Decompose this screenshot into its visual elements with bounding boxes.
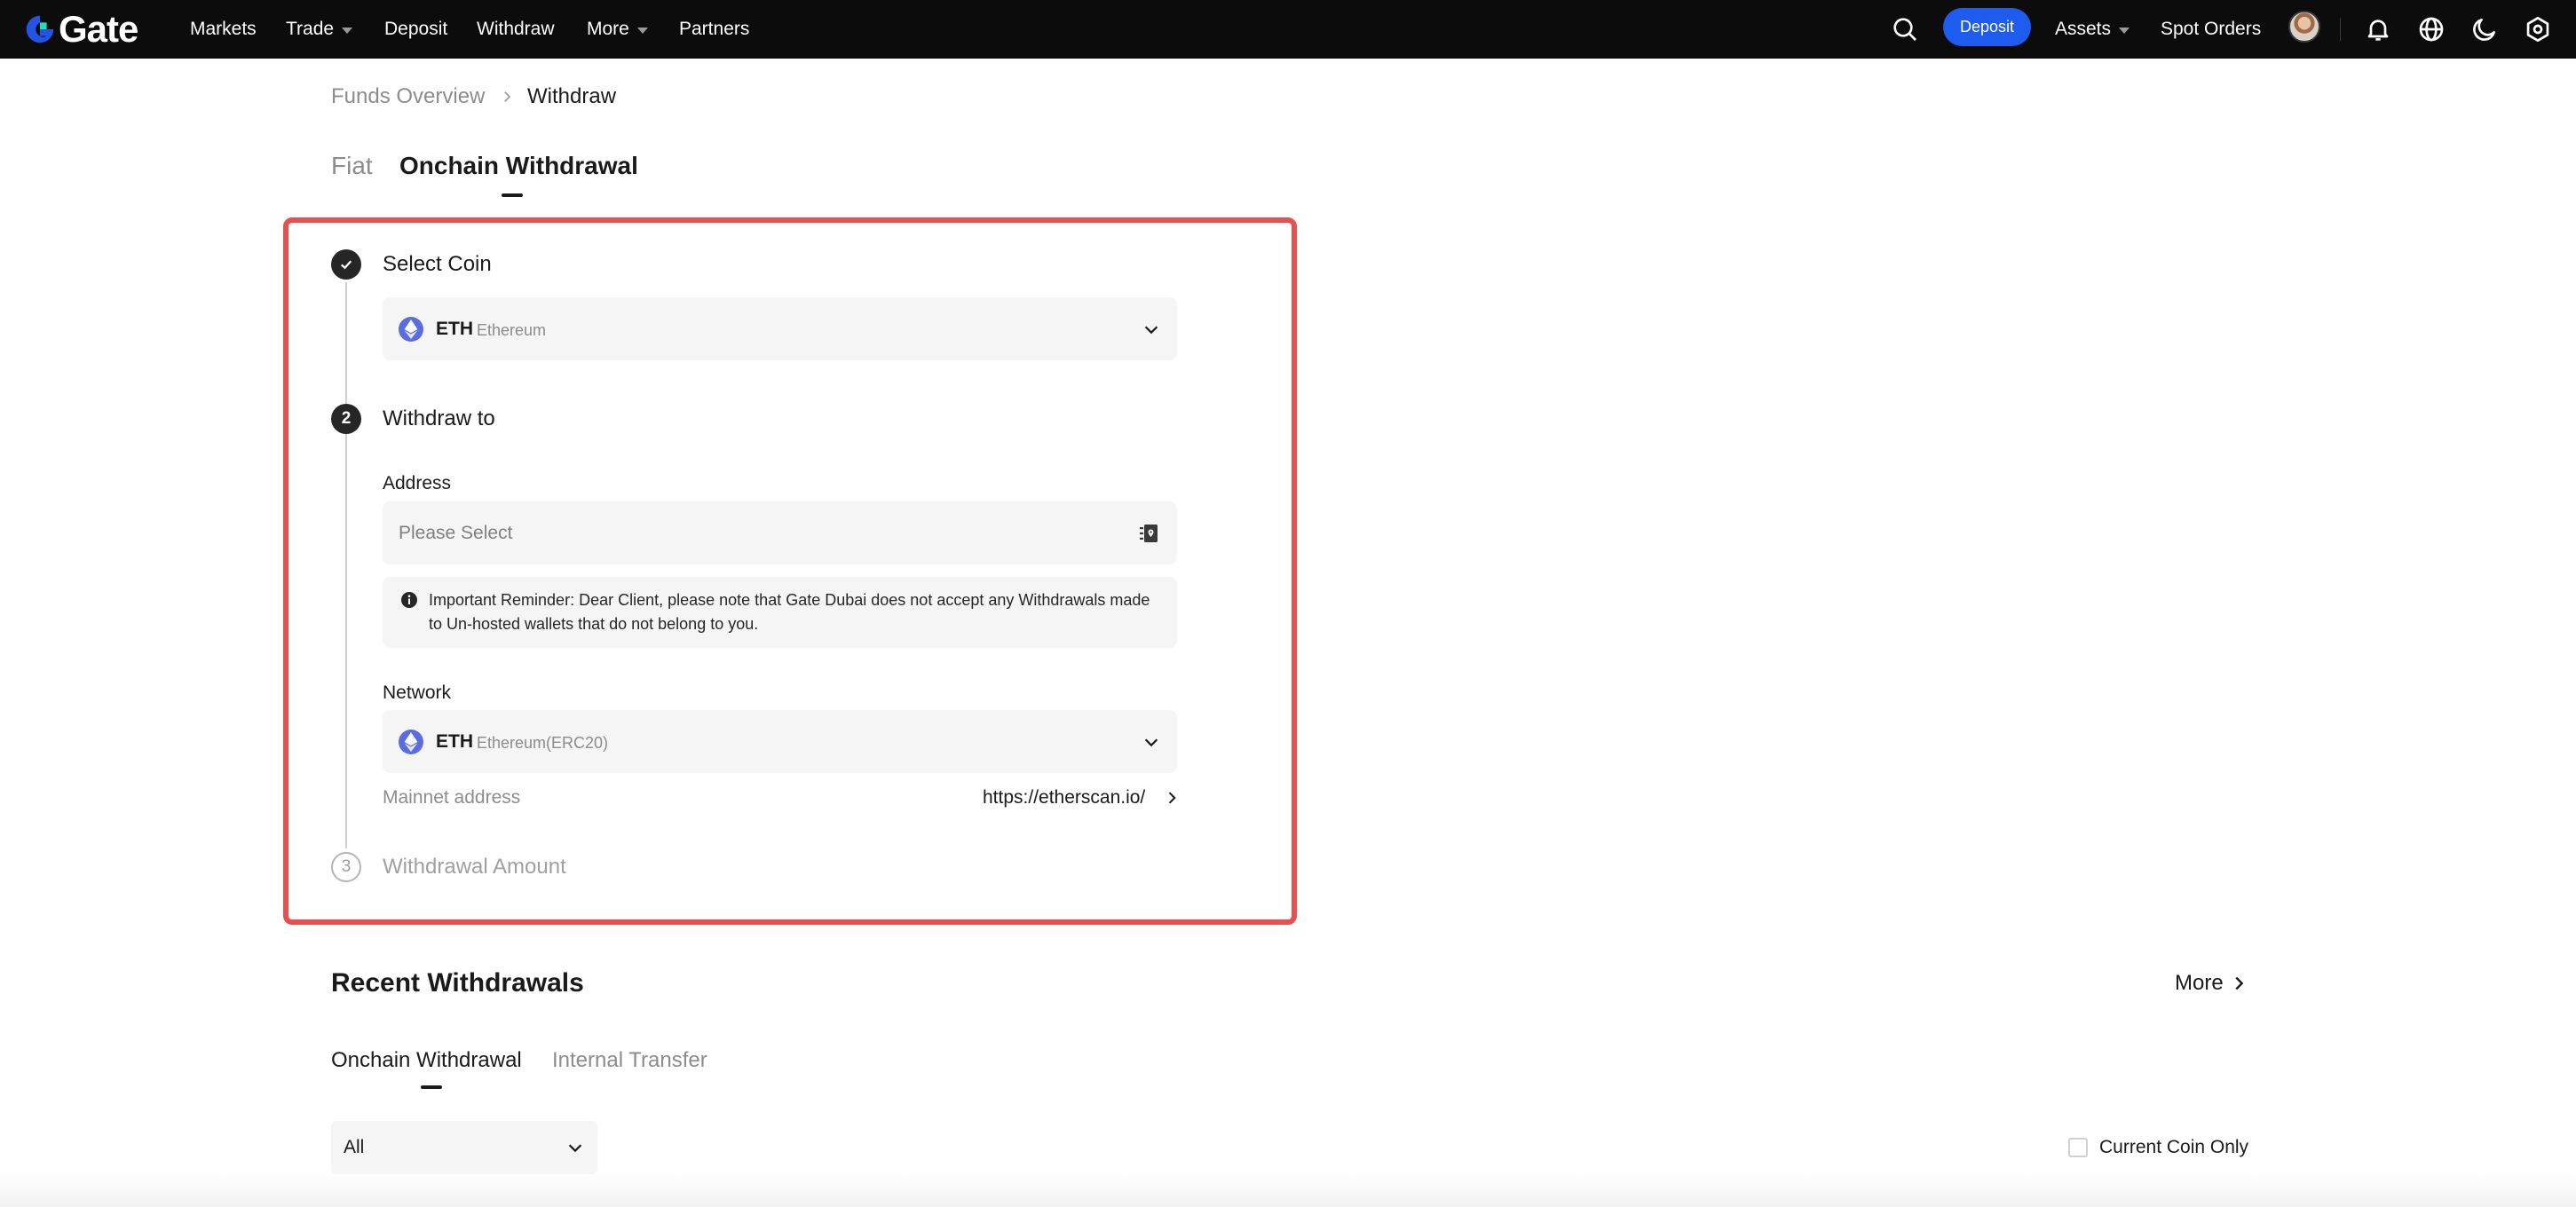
search-icon[interactable] [1887, 12, 1923, 47]
tab-onchain-withdrawal[interactable]: Onchain Withdrawal [399, 151, 638, 181]
globe-icon[interactable] [2414, 12, 2449, 47]
current-coin-only-checkbox[interactable] [2068, 1138, 2088, 1157]
recent-withdrawals-title: Recent Withdrawals [331, 968, 584, 998]
mainnet-explorer-link[interactable]: https://etherscan.io/ [983, 786, 1145, 809]
nav-divider [2340, 18, 2341, 41]
user-avatar[interactable] [2288, 11, 2320, 43]
selected-coin-symbol: ETH [436, 319, 473, 339]
selected-network-name: Ethereum(ERC20) [477, 734, 609, 752]
step-1-complete-icon [331, 249, 361, 280]
more-label: More [2175, 971, 2224, 995]
bell-icon[interactable] [2360, 12, 2396, 47]
step-3-title: Withdrawal Amount [383, 855, 566, 879]
nav-trade[interactable]: Trade [286, 17, 353, 42]
top-navigation-bar: Gate Markets Trade Deposit Withdraw More… [0, 0, 2576, 59]
breadcrumb-withdraw: Withdraw [527, 84, 617, 108]
caret-down-icon [2119, 27, 2130, 34]
chevron-down-icon [1144, 738, 1158, 747]
chevron-right-icon[interactable] [1163, 789, 1181, 807]
tab-recent-internal-transfer[interactable]: Internal Transfer [552, 1047, 707, 1074]
ethereum-icon [399, 730, 423, 754]
tab-fiat[interactable]: Fiat [331, 151, 373, 181]
address-placeholder: Please Select [399, 523, 513, 543]
step-3-number: 3 [331, 852, 361, 882]
breadcrumb-funds-overview[interactable]: Funds Overview [331, 84, 485, 109]
current-coin-only-label[interactable]: Current Coin Only [2099, 1136, 2248, 1159]
selected-coin-name: Ethereum [477, 321, 547, 339]
address-book-icon[interactable] [1138, 523, 1159, 544]
nav-more-label: More [587, 19, 629, 39]
active-tab-indicator [502, 193, 523, 197]
more-link[interactable]: More [2175, 970, 2248, 997]
coin-select[interactable]: ETH Ethereum [383, 297, 1177, 360]
gate-logo-icon [26, 15, 54, 43]
nav-trade-label: Trade [286, 19, 335, 39]
coin-filter-value: All [344, 1137, 365, 1157]
step-connector-line [345, 282, 347, 848]
ethereum-icon [399, 317, 423, 342]
mainnet-address-label: Mainnet address [383, 787, 521, 808]
nav-withdraw[interactable]: Withdraw [477, 17, 555, 42]
info-icon [401, 592, 417, 608]
settings-icon[interactable] [2520, 12, 2556, 47]
brand-name: Gate [59, 8, 138, 50]
gate-logo[interactable]: Gate [23, 8, 138, 51]
chevron-down-icon [568, 1144, 582, 1153]
nav-markets[interactable]: Markets [190, 17, 257, 42]
important-reminder-notice: Important Reminder: Dear Client, please … [383, 577, 1177, 648]
step-2-title: Withdraw to [383, 406, 495, 430]
nav-partners[interactable]: Partners [679, 17, 749, 42]
chevron-down-icon [1144, 326, 1158, 335]
bottom-fade [0, 1172, 2576, 1207]
active-subtab-indicator [421, 1085, 442, 1089]
step-2-number: 2 [331, 404, 361, 434]
nav-deposit[interactable]: Deposit [384, 17, 447, 42]
address-label: Address [383, 473, 452, 493]
moon-icon[interactable] [2467, 12, 2502, 47]
caret-down-icon [342, 27, 353, 34]
address-select[interactable]: Please Select [383, 501, 1177, 564]
reminder-text: Important Reminder: Dear Client, please … [429, 591, 1150, 633]
network-select[interactable]: ETH Ethereum(ERC20) [383, 710, 1177, 773]
step-1-title: Select Coin [383, 252, 492, 276]
tab-recent-onchain-withdrawal[interactable]: Onchain Withdrawal [331, 1047, 522, 1074]
caret-down-icon [636, 27, 648, 34]
network-label: Network [383, 682, 452, 703]
coin-filter-select[interactable]: All [331, 1121, 597, 1174]
nav-spot-orders[interactable]: Spot Orders [2161, 17, 2261, 42]
chevron-right-icon [504, 91, 511, 102]
chevron-right-icon [2235, 976, 2244, 990]
nav-more[interactable]: More [587, 17, 648, 42]
deposit-button[interactable]: Deposit [1943, 8, 2031, 46]
nav-assets[interactable]: Assets [2055, 17, 2130, 42]
selected-network-symbol: ETH [436, 731, 473, 752]
nav-assets-label: Assets [2055, 19, 2112, 39]
